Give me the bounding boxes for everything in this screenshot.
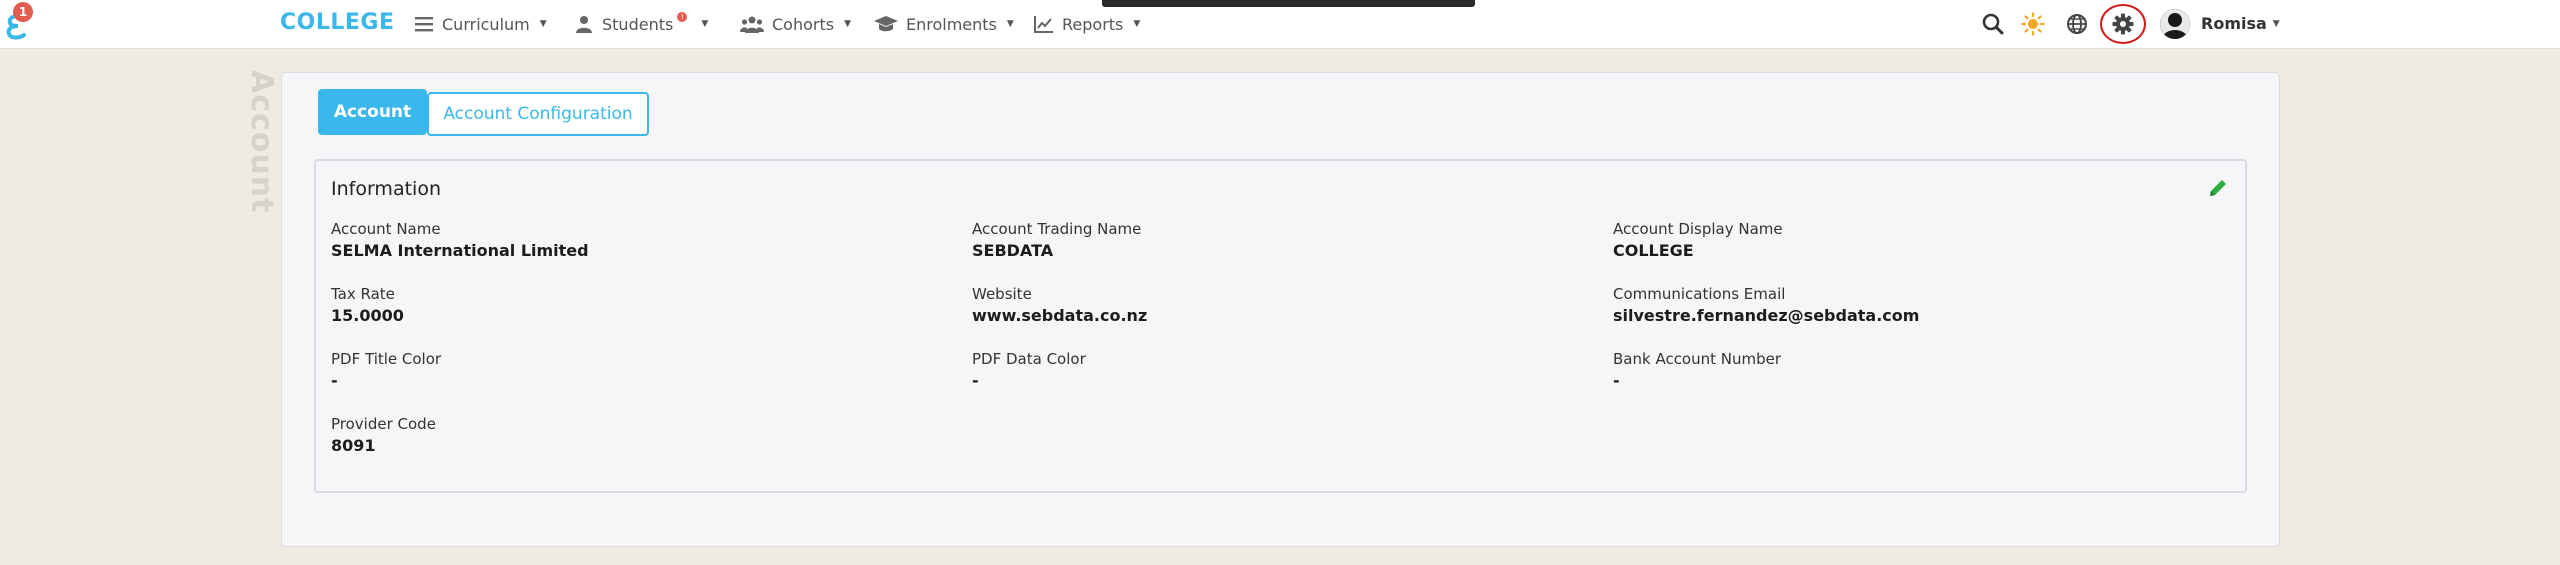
field-label: Tax Rate [331, 285, 395, 303]
field-account-name: Account Name SELMA International Limited [331, 219, 589, 263]
chevron-down-icon: ▼ [1006, 19, 1014, 29]
field-provider-code: Provider Code 8091 [331, 414, 436, 458]
field-value: www.sebdata.co.nz [972, 306, 1148, 325]
nav-enrolments-label: Enrolments [906, 14, 997, 34]
information-card: Information Account Name SELMA Internati… [314, 159, 2247, 493]
field-value: - [331, 371, 338, 390]
chevron-down-icon: ▼ [701, 19, 709, 29]
students-alert-badge: ! [677, 12, 688, 22]
chevron-down-icon: ▼ [844, 19, 851, 29]
pencil-edit-icon[interactable] [2207, 177, 2229, 199]
field-pdf-title-color: PDF Title Color - [331, 349, 441, 393]
chevron-down-icon: ▼ [2272, 18, 2280, 29]
notification-badge[interactable]: 1 [13, 2, 33, 22]
tab-account-configuration[interactable]: Account Configuration [427, 92, 649, 136]
chevron-down-icon: ▼ [1133, 19, 1141, 29]
chevron-down-icon: ▼ [539, 19, 547, 29]
avatar[interactable] [2160, 9, 2190, 39]
tab-account[interactable]: Account [318, 89, 427, 135]
field-value: 8091 [331, 436, 376, 455]
field-value: - [1613, 371, 1620, 390]
nav-students-label: Students [602, 14, 674, 34]
field-account-display-name: Account Display Name COLLEGE [1613, 219, 1783, 263]
field-value: - [972, 371, 979, 390]
user-icon [574, 14, 594, 34]
field-value: silvestre.fernandez@sebdata.com [1613, 306, 1920, 325]
field-label: Account Name [331, 220, 441, 238]
nav-cohorts-label: Cohorts [772, 14, 835, 34]
tooltip-bar [1102, 0, 1475, 7]
page-title-vertical: Account [244, 70, 279, 214]
nav-cohorts[interactable]: Cohorts ▼ [740, 13, 851, 35]
line-chart-icon [1034, 14, 1054, 34]
field-value: SEBDATA [972, 241, 1054, 260]
sun-icon[interactable] [2020, 11, 2046, 37]
field-label: Account Trading Name [972, 220, 1142, 238]
nav-reports[interactable]: Reports ▼ [1034, 13, 1140, 35]
field-label: PDF Title Color [331, 350, 442, 368]
users-group-icon [740, 14, 764, 34]
field-communications-email: Communications Email silvestre.fernandez… [1613, 284, 1919, 328]
nav-curriculum-label: Curriculum [442, 14, 530, 34]
nav-students[interactable]: Students ! ▼ [574, 12, 709, 35]
menu-bars-icon [414, 14, 434, 34]
field-label: Provider Code [331, 415, 436, 433]
field-label: Website [972, 285, 1032, 303]
gear-icon[interactable] [2110, 11, 2136, 37]
card-title: Information [331, 178, 441, 200]
graduation-cap-icon [874, 14, 898, 34]
brand-title[interactable]: COLLEGE [280, 10, 395, 35]
user-menu[interactable]: Romisa ▼ [2201, 14, 2280, 33]
nav-enrolments[interactable]: Enrolments ▼ [874, 13, 1014, 35]
field-label: PDF Data Color [972, 350, 1086, 368]
field-value: SELMA International Limited [331, 241, 589, 260]
field-value: COLLEGE [1613, 241, 1694, 260]
field-tax-rate: Tax Rate 15.0000 [331, 284, 404, 328]
account-panel: Account Account Configuration Informatio… [281, 72, 2280, 547]
nav-curriculum[interactable]: Curriculum ▼ [414, 13, 547, 35]
field-label: Bank Account Number [1613, 350, 1782, 368]
user-name-label: Romisa [2201, 14, 2267, 33]
top-navbar: 1 COLLEGE Curriculum ▼ Students ! ▼ Coho… [0, 0, 2560, 49]
field-account-trading-name: Account Trading Name SEBDATA [972, 219, 1141, 263]
nav-reports-label: Reports [1062, 14, 1124, 34]
field-website: Website www.sebdata.co.nz [972, 284, 1147, 328]
search-icon[interactable] [1980, 11, 2006, 37]
field-pdf-data-color: PDF Data Color - [972, 349, 1086, 393]
field-label: Account Display Name [1613, 220, 1783, 238]
field-bank-account-number: Bank Account Number - [1613, 349, 1781, 393]
globe-icon[interactable] [2064, 11, 2090, 37]
field-value: 15.0000 [331, 306, 404, 325]
field-label: Communications Email [1613, 285, 1786, 303]
